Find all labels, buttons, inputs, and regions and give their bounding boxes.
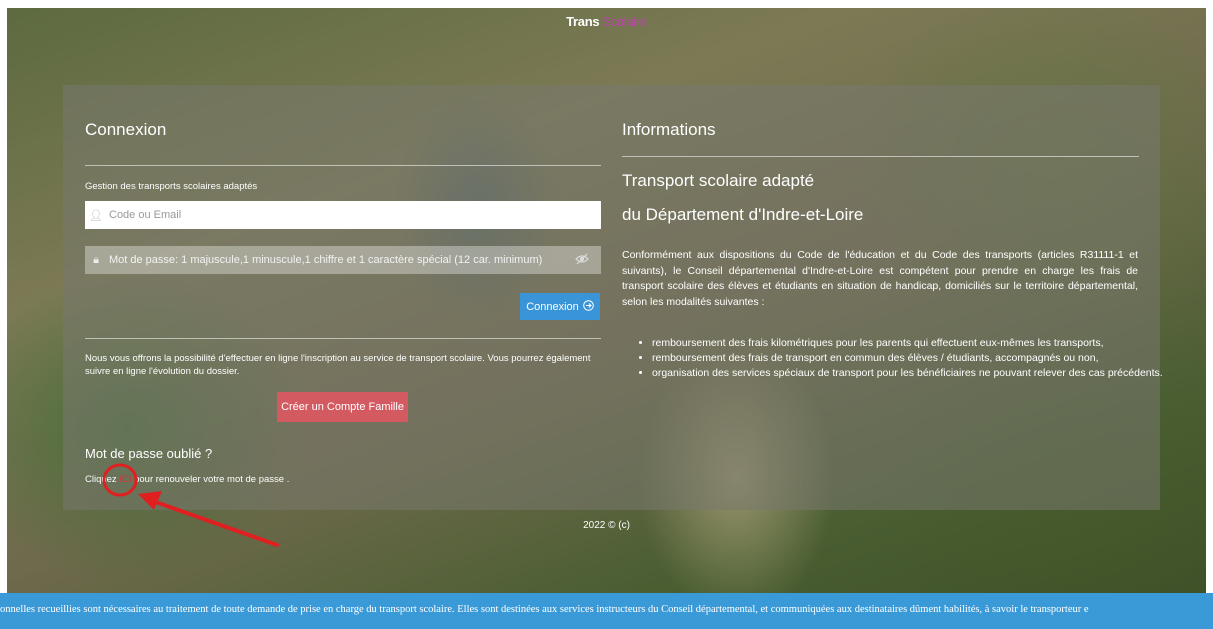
- connexion-label: Connexion: [526, 300, 579, 313]
- forgot-suffix: pour renouveler votre mot de passe .: [131, 474, 290, 485]
- arrow-circle-right-icon: [582, 299, 594, 314]
- user-icon: 👤︎: [89, 209, 103, 222]
- brand-part2: Scolaire: [602, 14, 647, 29]
- list-item: remboursement des frais kilométriques po…: [652, 336, 1163, 351]
- info-paragraph: Conformément aux dispositions du Code de…: [622, 249, 1138, 308]
- privacy-banner: onnelles recueillies sont nécessaires au…: [0, 593, 1213, 629]
- lock-icon: 🔒︎: [93, 253, 99, 266]
- login-divider-2: [85, 338, 601, 339]
- brand-logo: Trans Scolaire: [0, 14, 1213, 29]
- login-divider: [85, 165, 601, 166]
- login-title: Connexion: [85, 120, 167, 139]
- info-divider: [622, 156, 1139, 157]
- brand-part1: Trans: [566, 14, 600, 29]
- create-account-button[interactable]: Créer un Compte Famille: [277, 392, 408, 422]
- info-heading-line2: du Département d'Indre-et-Loire: [622, 205, 864, 224]
- forgot-password-line: Cliquez ICI pour renouveler votre mot de…: [85, 474, 289, 485]
- list-item: remboursement des frais de transport en …: [652, 351, 1163, 366]
- forgot-password-link[interactable]: ICI: [119, 474, 131, 485]
- list-item: organisation des services spéciaux de tr…: [652, 366, 1163, 381]
- info-bullet-list: remboursement des frais kilométriques po…: [640, 336, 1163, 380]
- password-placeholder: Mot de passe: 1 majuscule,1 minuscule,1 …: [109, 254, 543, 266]
- connexion-button[interactable]: Connexion: [520, 293, 600, 320]
- intro-text: Nous vous offrons la possibilité d'effec…: [85, 353, 591, 377]
- forgot-prefix: Cliquez: [85, 474, 120, 485]
- code-email-placeholder: Code ou Email: [109, 209, 182, 221]
- code-email-input[interactable]: 👤︎ Code ou Email: [85, 201, 601, 229]
- login-subtitle: Gestion des transports scolaires adaptés: [85, 181, 258, 192]
- eye-slash-icon[interactable]: [575, 253, 589, 268]
- copyright: 2022 © (c): [583, 520, 630, 531]
- password-input[interactable]: 🔒︎ Mot de passe: 1 majuscule,1 minuscule…: [85, 246, 601, 274]
- privacy-banner-text: onnelles recueillies sont nécessaires au…: [0, 604, 1089, 615]
- forgot-password-title: Mot de passe oublié ?: [85, 446, 213, 461]
- info-heading-line1: Transport scolaire adapté: [622, 171, 815, 190]
- info-title: Informations: [622, 120, 716, 139]
